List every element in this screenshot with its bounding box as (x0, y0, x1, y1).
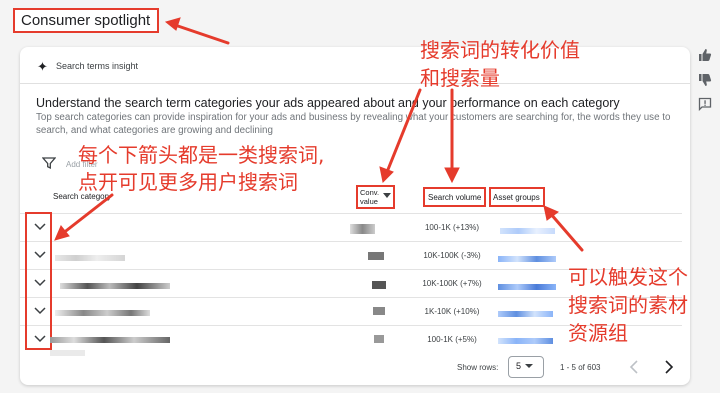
show-rows-label: Show rows: (457, 363, 499, 372)
redacted-text (55, 255, 125, 261)
redacted-value (350, 224, 375, 234)
chevron-down-icon (525, 364, 533, 368)
asset-groups-header: Asset groups (493, 193, 540, 202)
redacted-asset-group (498, 256, 556, 262)
annotation-right-line1: 可以触发这个 (568, 265, 688, 289)
redacted-text (60, 283, 170, 289)
annotation-top-line2: 和搜索量 (420, 66, 500, 90)
redacted-value (374, 335, 384, 343)
thumbs-up-icon[interactable] (698, 48, 712, 62)
card-divider (20, 83, 690, 84)
consumer-spotlight-title: Consumer spotlight (13, 8, 159, 33)
redacted-asset-group (498, 284, 556, 290)
conv-value-header-line1: Conv. (360, 188, 380, 197)
redacted-text (50, 350, 85, 356)
annotation-right-line3: 资源组 (568, 321, 628, 345)
search-volume-cell: 100-1K (+5%) (427, 335, 477, 344)
search-volume-cell: 1K-10K (+10%) (424, 307, 480, 316)
annotation-top-line1: 搜索词的转化价值 (420, 38, 580, 62)
search-volume-cell: 10K-100K (+7%) (422, 279, 482, 288)
annotation-right-line2: 搜索词的素材 (568, 293, 688, 317)
pagination-range: 1 - 5 of 603 (560, 363, 601, 372)
conv-value-header-line2: value (360, 197, 378, 206)
previous-page-icon[interactable] (626, 358, 644, 376)
search-volume-header-box[interactable]: Search volume (423, 187, 486, 207)
feedback-icon[interactable] (698, 97, 712, 112)
rows-per-page-value: 5 (516, 361, 522, 371)
search-volume-header: Search volume (428, 193, 482, 202)
redacted-asset-group (500, 228, 555, 234)
redacted-value (373, 307, 385, 315)
filter-icon[interactable] (41, 156, 57, 175)
annotation-left-line2: 点开可见更多用户搜索词 (78, 170, 298, 194)
sort-caret-icon (383, 193, 391, 198)
redacted-text (55, 310, 150, 316)
redacted-text (50, 337, 170, 343)
card-subtext: Top search categories can provide inspir… (36, 112, 671, 136)
search-volume-cell: 100-1K (+13%) (424, 223, 480, 232)
redacted-value (372, 281, 386, 289)
conv-value-header-box[interactable]: Conv. value (356, 185, 395, 209)
redacted-asset-group (498, 338, 553, 344)
next-page-icon[interactable] (659, 358, 677, 376)
annotation-left-line1: 每个下箭头都是一类搜索词, (78, 143, 325, 167)
asset-groups-header-box[interactable]: Asset groups (489, 187, 545, 207)
expand-arrows-highlight (25, 212, 52, 350)
redacted-value (368, 252, 384, 260)
insight-label: Search terms insight (56, 61, 139, 71)
sparkle-icon: ✦ (37, 59, 48, 74)
redacted-asset-group (498, 311, 553, 317)
thumbs-down-icon[interactable] (698, 73, 712, 87)
card-heading: Understand the search term categories yo… (36, 96, 620, 110)
search-volume-cell: 10K-100K (-3%) (423, 251, 481, 260)
